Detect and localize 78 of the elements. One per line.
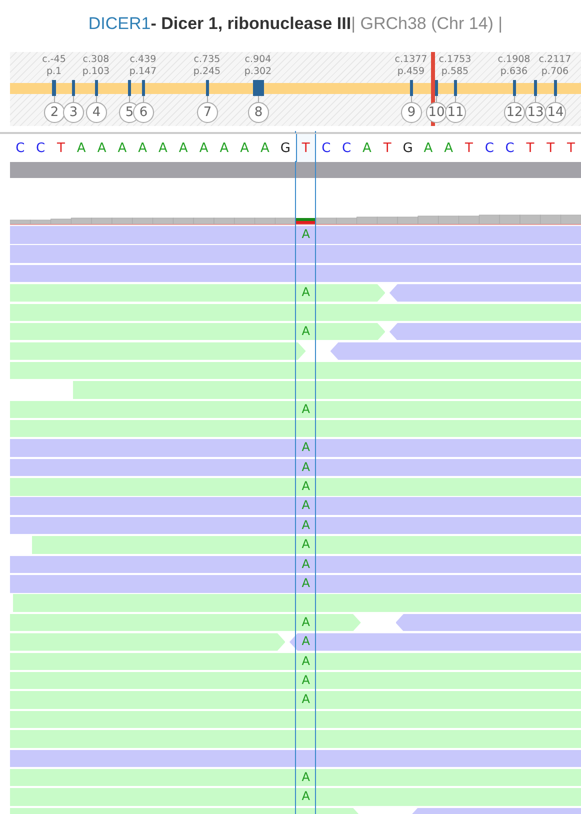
mismatch-base: A: [300, 789, 311, 804]
exon-number[interactable]: 4: [86, 102, 107, 123]
protein-position-label: p.636: [500, 66, 528, 77]
reference-base: T: [296, 134, 316, 162]
cdna-position-label: c.735: [194, 54, 220, 65]
reference-base: A: [260, 140, 270, 158]
cdna-position-label: c.904: [244, 54, 272, 65]
mismatch-base: A: [300, 440, 311, 454]
exon-number[interactable]: 13: [525, 102, 546, 123]
protein-position-label: p.459: [397, 66, 425, 77]
reference-base: A: [116, 140, 128, 158]
mismatch-base: A: [300, 324, 311, 338]
protein-position-label: p.245: [193, 66, 221, 77]
reference-base: C: [341, 140, 352, 158]
reference-base: C: [504, 140, 516, 158]
reference-base: T: [382, 140, 392, 158]
reference-base: G: [402, 140, 414, 158]
mismatch-base: A: [300, 518, 311, 532]
cdna-position-label: c.-45: [42, 54, 66, 65]
reference-base: A: [362, 140, 372, 158]
gene-title: DICER1- Dicer 1, ribonuclease III| GRCh38 (Chr 14) |: [87, 13, 504, 35]
mismatch-base: A: [300, 692, 311, 706]
mismatch-base: A: [300, 537, 311, 552]
reference-base: A: [239, 140, 250, 158]
protein-position-label: p.1: [46, 66, 62, 77]
reference-base: A: [443, 140, 454, 158]
reference-base: A: [76, 140, 87, 158]
exon-number[interactable]: 14: [545, 102, 566, 123]
protein-position-label: p.585: [441, 66, 469, 77]
reference-base: G: [279, 140, 292, 158]
exon-number[interactable]: 3: [63, 102, 84, 123]
mismatch-base: A: [300, 479, 311, 494]
exon-number[interactable]: 2: [44, 102, 65, 123]
exon-number[interactable]: 11: [445, 102, 466, 123]
mismatch-base: A: [300, 770, 311, 784]
reference-base: A: [422, 140, 434, 158]
protein-position-label: p.103: [82, 66, 110, 77]
reference-base: T: [566, 140, 576, 158]
exon-number[interactable]: 12: [504, 102, 525, 123]
mismatch-base: A: [300, 576, 311, 590]
reference-base: T: [56, 140, 66, 158]
mismatch-base: A: [300, 285, 311, 300]
exon-number[interactable]: 8: [248, 102, 269, 123]
cdna-position-label: c.1753: [438, 54, 472, 65]
mismatch-base: A: [300, 556, 311, 571]
reference-base: C: [484, 140, 495, 158]
mismatch-base: A: [300, 402, 311, 416]
mismatch-base: A: [300, 460, 311, 474]
reference-base: A: [178, 140, 189, 158]
reference-base: A: [198, 140, 210, 158]
mismatch-base: A: [300, 672, 311, 687]
cdna-position-label: c.439: [130, 54, 156, 65]
exon-number[interactable]: 7: [197, 102, 218, 123]
reference-base: C: [35, 140, 46, 158]
protein-position-label: p.147: [129, 66, 157, 77]
exon-number[interactable]: 9: [401, 102, 422, 123]
protein-position-label: p.706: [541, 66, 569, 77]
reference-base: T: [525, 140, 536, 158]
cdna-position-label: c.1908: [498, 54, 530, 65]
mismatch-base: A: [300, 634, 311, 648]
cdna-position-label: c.308: [82, 54, 110, 65]
reference-base: A: [137, 140, 148, 158]
mismatch-base: A: [300, 498, 311, 512]
reference-base: T: [464, 140, 474, 158]
mismatch-base: A: [300, 227, 311, 241]
cdna-position-label: c.1377: [394, 54, 428, 65]
mismatch-base: A: [300, 614, 311, 629]
reference-base: C: [320, 140, 332, 158]
reference-base: A: [96, 140, 108, 158]
reference-base: A: [218, 140, 230, 158]
reference-base: A: [158, 140, 168, 158]
exon-number[interactable]: 6: [133, 102, 154, 123]
cdna-position-label: c.2117: [538, 54, 572, 65]
mismatch-base: A: [300, 654, 311, 668]
reference-base: T: [546, 140, 556, 158]
protein-position-label: p.302: [244, 66, 272, 77]
reference-base: C: [14, 140, 26, 158]
exon-number[interactable]: 10: [426, 102, 447, 123]
